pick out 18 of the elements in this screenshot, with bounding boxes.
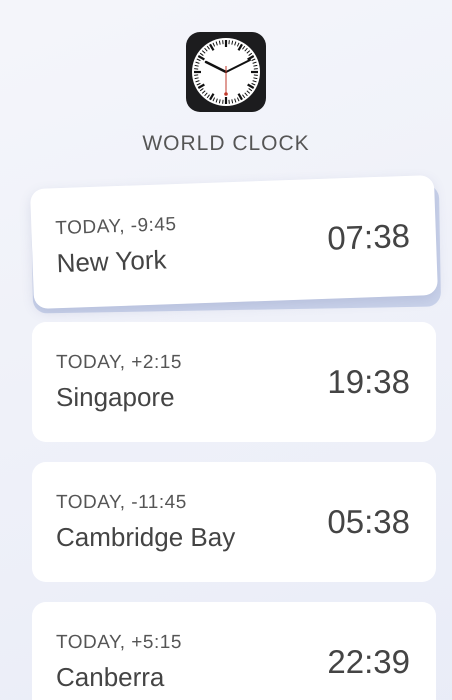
city-name: New York: [56, 243, 168, 279]
clock-card[interactable]: TODAY, -9:45 New York 07:38: [30, 174, 438, 310]
clock-card[interactable]: TODAY, +5:15 Canberra 22:39: [32, 602, 436, 700]
city-name: Cambridge Bay: [56, 522, 236, 552]
local-time: 07:38: [326, 216, 411, 258]
clock-app-icon: [186, 32, 266, 112]
time-offset: TODAY, +2:15: [56, 352, 182, 374]
clock-card[interactable]: TODAY, +2:15 Singapore 19:38: [32, 322, 436, 442]
time-offset: TODAY, +5:15: [56, 632, 182, 654]
local-time: 22:39: [327, 643, 410, 681]
city-name: Singapore: [56, 382, 176, 412]
time-offset: TODAY, -9:45: [55, 214, 177, 240]
clock-card[interactable]: TODAY, -11:45 Cambridge Bay 05:38: [32, 462, 436, 582]
time-offset: TODAY, -11:45: [56, 492, 188, 514]
city-name: Canberra: [56, 662, 166, 692]
local-time: 05:38: [327, 503, 410, 541]
app-title: WORLD CLOCK: [142, 132, 310, 156]
local-time: 19:38: [327, 363, 410, 401]
